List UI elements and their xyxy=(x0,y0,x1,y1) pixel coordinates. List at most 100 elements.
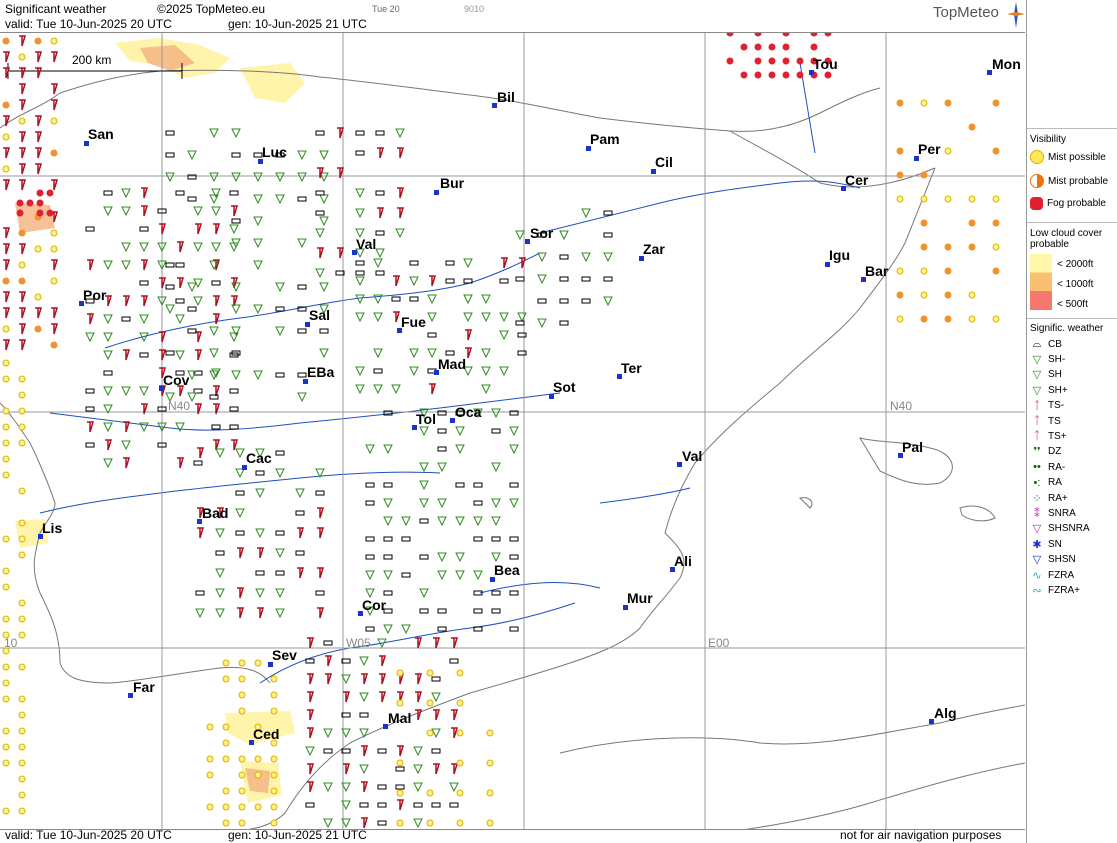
wx-symbol-ts xyxy=(307,673,315,685)
city-ali[interactable]: Ali xyxy=(670,553,692,572)
wx-symbol-sh xyxy=(121,242,131,253)
city-mur[interactable]: Mur xyxy=(623,590,653,610)
wx-symbol-fog xyxy=(740,43,748,51)
map-canvas[interactable]: 200 km N40 N40 W05 E00 10 Bil Tou Mon Sa… xyxy=(0,32,1025,830)
wx-symbol-ts xyxy=(231,205,239,217)
wx-symbol-mist xyxy=(18,775,26,783)
city-cac[interactable]: Cac xyxy=(242,450,272,470)
city-val-north[interactable]: Val xyxy=(352,236,376,255)
city-pal[interactable]: Pal xyxy=(898,439,923,458)
wx-symbol-mist xyxy=(18,117,26,125)
wx-symbol-mist xyxy=(426,669,434,677)
wx-symbol-mist xyxy=(426,729,434,737)
city-sot[interactable]: Sot xyxy=(549,379,576,399)
wx-symbol-mistp xyxy=(944,267,952,275)
wx-symbol-cb xyxy=(449,658,459,664)
wx-symbol-ts xyxy=(307,709,315,721)
wx-symbol-cb xyxy=(473,536,483,542)
wx-symbol-sh xyxy=(437,498,447,509)
wx-symbol-fog xyxy=(726,33,734,37)
city-mad[interactable]: Mad xyxy=(434,356,466,375)
wx-symbol-cb xyxy=(139,280,149,286)
city-luc[interactable]: Luc xyxy=(258,144,287,164)
wx-symbol-mist xyxy=(2,679,10,687)
wx-symbol-sh xyxy=(229,242,239,253)
city-ced[interactable]: Ced xyxy=(249,726,279,745)
wx-symbol-mist xyxy=(18,423,26,431)
wx-symbol-fog xyxy=(754,33,762,37)
city-lis[interactable]: Lis xyxy=(38,520,62,539)
wx-symbol-ts xyxy=(343,691,351,703)
city-tol[interactable]: Tol xyxy=(412,411,436,430)
wx-symbol-mist xyxy=(18,695,26,703)
wx-symbol-sh xyxy=(515,230,525,241)
city-cil[interactable]: Cil xyxy=(651,154,673,174)
wx-symbol-sh xyxy=(231,172,241,183)
city-cov[interactable]: Cov xyxy=(159,372,189,391)
city-bar[interactable]: Bar xyxy=(861,263,888,282)
city-por[interactable]: Por xyxy=(79,287,106,306)
wx-symbol-sh xyxy=(165,172,175,183)
city-bil[interactable]: Bil xyxy=(492,89,515,108)
wx-symbol-ts xyxy=(3,307,11,319)
city-eba[interactable]: EBa xyxy=(303,364,334,384)
wx-symbol-mist xyxy=(18,487,26,495)
city-far[interactable]: Far xyxy=(128,679,155,698)
wx-symbol-cb xyxy=(491,590,501,596)
wx-symbol-ts xyxy=(307,637,315,649)
wx-symbol-sh xyxy=(509,426,519,437)
wx-symbol-ts xyxy=(35,163,43,175)
wx-symbol-mist xyxy=(50,245,58,253)
header: Significant weather ©2025 TopMeteo.eu Tu… xyxy=(0,0,1025,32)
wx-symbol-mist xyxy=(254,659,262,667)
wx-symbol-sh xyxy=(209,172,219,183)
city-san[interactable]: San xyxy=(84,126,114,146)
wx-symbol-sh xyxy=(121,386,131,397)
city-sev[interactable]: Sev xyxy=(268,647,297,667)
city-bad[interactable]: Bad xyxy=(197,505,228,524)
wx-symbol-sh xyxy=(537,318,547,329)
city-bur[interactable]: Bur xyxy=(434,175,464,195)
city-val-east[interactable]: Val xyxy=(677,448,702,467)
wx-symbol-sh xyxy=(85,332,95,343)
wx-symbol-mist xyxy=(238,691,246,699)
wx-symbol-mist xyxy=(944,195,952,203)
wx-symbol-ts xyxy=(51,259,59,271)
city-sor[interactable]: Sor xyxy=(525,225,553,244)
city-per[interactable]: Per xyxy=(914,141,941,161)
wx-symbol-mistp xyxy=(2,101,10,109)
city-oca[interactable]: Oca xyxy=(450,404,481,423)
wx-symbol-cb xyxy=(235,490,245,496)
city-mon[interactable]: Mon xyxy=(987,56,1021,75)
wx-symbol-ts xyxy=(337,247,345,259)
wx-symbol-sh xyxy=(401,516,411,527)
wx-symbol-ts xyxy=(19,339,27,351)
wx-symbol-sh xyxy=(319,194,329,205)
city-sal[interactable]: Sal xyxy=(305,307,330,327)
legend-lowcloud-title: Low cloud cover probable xyxy=(1030,228,1103,250)
wx-symbol-cb xyxy=(355,260,365,266)
wx-symbol-cb xyxy=(409,260,419,266)
city-alg[interactable]: Alg xyxy=(929,705,957,724)
wx-symbol-cb xyxy=(559,276,569,282)
city-pam[interactable]: Pam xyxy=(586,131,620,151)
city-igu[interactable]: Igu xyxy=(825,247,850,267)
city-zar[interactable]: Zar xyxy=(639,241,665,261)
wx-symbol-cb xyxy=(537,298,547,304)
city-tou[interactable]: Tou xyxy=(809,56,838,75)
grid-label-n40-right: N40 xyxy=(890,399,913,413)
city-ter[interactable]: Ter xyxy=(617,360,642,379)
wx-symbol-ts xyxy=(415,637,423,649)
city-cer[interactable]: Cer xyxy=(841,172,868,191)
wx-symbol-ts xyxy=(51,99,59,111)
wx-symbol-ts xyxy=(317,507,325,519)
city-cor[interactable]: Cor xyxy=(358,597,386,616)
city-fue[interactable]: Fue xyxy=(397,314,426,333)
sigwx-symbol-icon: ▽ xyxy=(1032,353,1042,366)
city-mal[interactable]: Mal xyxy=(383,710,411,729)
wx-symbol-mist xyxy=(2,807,10,815)
wx-symbol-ts xyxy=(3,243,11,255)
wx-symbol-sh xyxy=(103,260,113,271)
city-bea[interactable]: Bea xyxy=(490,562,520,582)
wx-symbol-cb xyxy=(515,276,525,282)
